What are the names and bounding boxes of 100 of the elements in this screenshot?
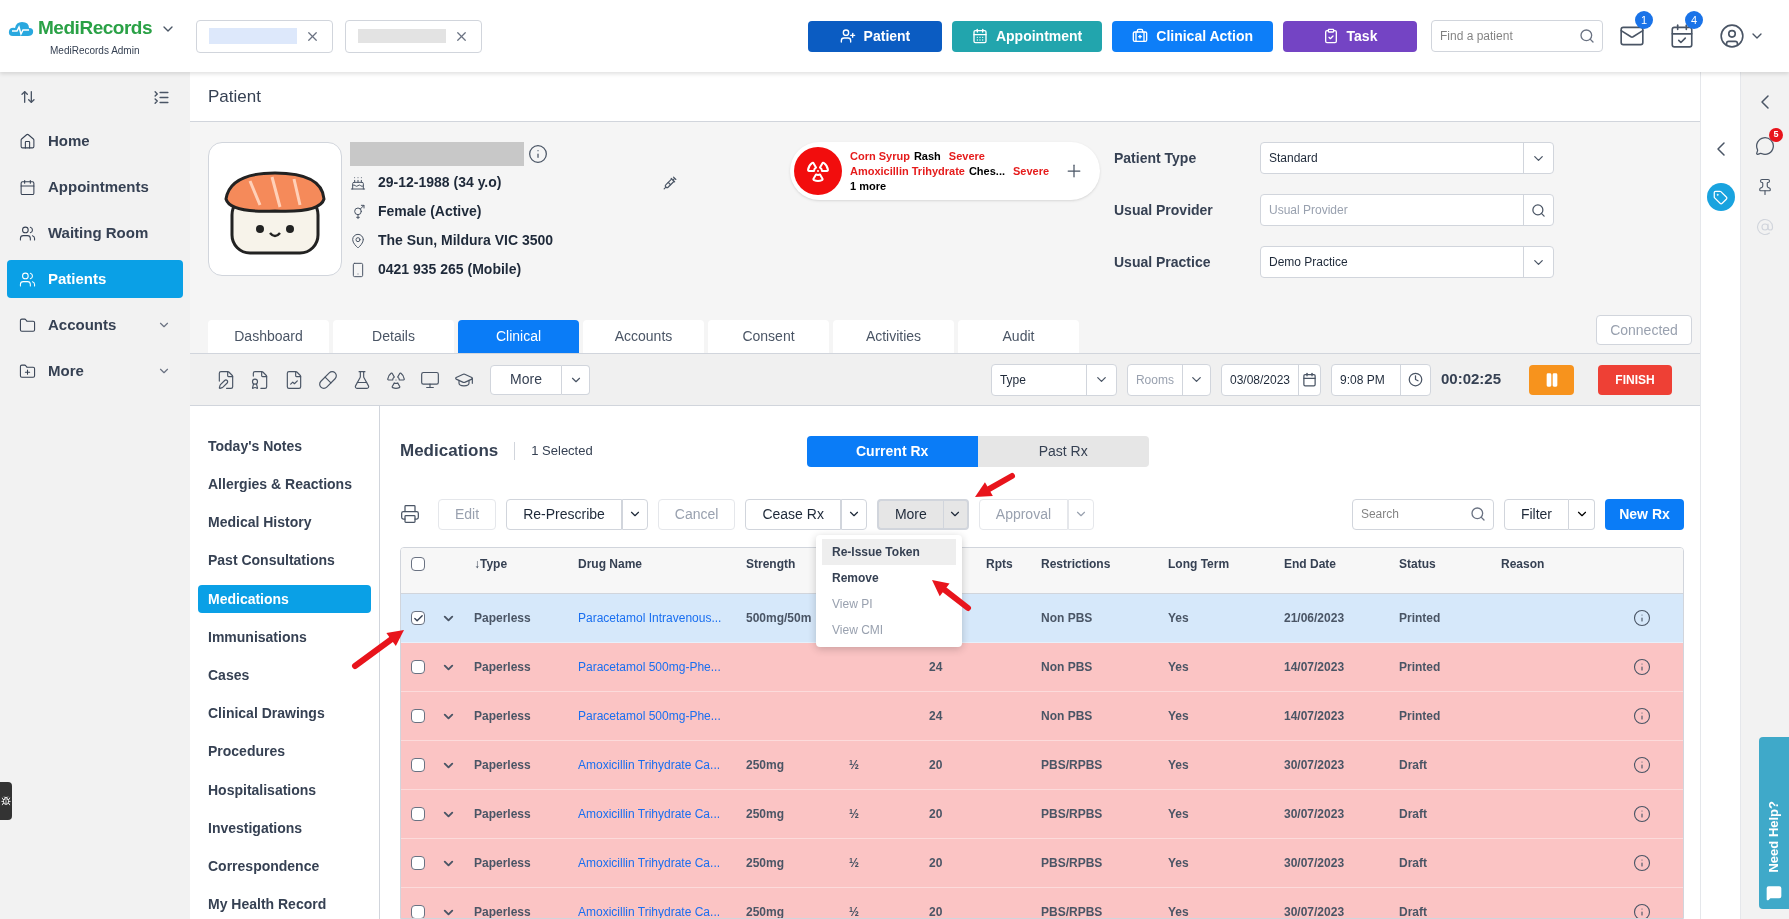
rx-tab[interactable]: Past Rx xyxy=(977,435,1149,467)
pin-icon[interactable] xyxy=(1756,178,1774,196)
table-row[interactable]: Paperless Amoxicillin Trihydrate Ca... 250mg ½ 20 PBS/RPBS Yes 30/07/2023 Draft xyxy=(401,790,1683,839)
dropdown-toggle-button[interactable] xyxy=(562,364,590,395)
side-tool-tab[interactable] xyxy=(0,782,12,820)
resize-icon[interactable] xyxy=(20,89,36,105)
clinical-nav-item[interactable]: Clinical Drawings xyxy=(198,699,371,728)
flask-icon[interactable] xyxy=(352,369,372,390)
tab[interactable]: Details xyxy=(333,320,454,353)
action-button[interactable]: Clinical Action xyxy=(1112,20,1273,52)
select-field[interactable]: Standard xyxy=(1260,142,1554,174)
checkbox[interactable] xyxy=(411,611,425,625)
chat-icon[interactable] xyxy=(1755,136,1775,156)
new-rx-button[interactable]: New Rx xyxy=(1605,498,1684,530)
user-avatar-icon[interactable] xyxy=(1719,23,1745,49)
map-pin-icon xyxy=(350,232,366,249)
table-cell-text: Paperless xyxy=(474,806,532,823)
drug-link[interactable]: Paracetamol Intravenous... xyxy=(578,609,746,627)
tab[interactable]: Audit xyxy=(958,320,1079,353)
tab[interactable]: Clinical xyxy=(458,320,579,353)
clinical-nav-item[interactable]: Medical History xyxy=(198,508,371,538)
table-row[interactable]: Paperless Amoxicillin Trihydrate Ca... 250mg ½ 20 PBS/RPBS Yes 30/07/2023 Draft xyxy=(401,839,1683,888)
info-icon[interactable] xyxy=(1633,805,1651,823)
select-field[interactable]: Demo Practice xyxy=(1260,246,1554,278)
table-row[interactable]: Paperless Amoxicillin Trihydrate Ca... 250mg ½ 20 PBS/RPBS Yes 30/07/2023 Draft xyxy=(401,888,1683,918)
note-edit-icon[interactable] xyxy=(216,369,236,390)
clinical-nav-item[interactable]: Allergies & Reactions xyxy=(198,470,371,499)
sidebar-item[interactable]: More xyxy=(7,352,183,390)
clinical-nav-item[interactable]: Correspondence xyxy=(198,852,371,881)
info-icon[interactable] xyxy=(1633,609,1651,627)
action-button[interactable]: Re-Prescribe xyxy=(506,498,622,530)
tab[interactable]: Dashboard xyxy=(208,320,329,353)
clinical-nav-item[interactable]: My Health Record xyxy=(198,890,371,919)
allergy-severity: Severe xyxy=(1013,163,1050,179)
info-icon[interactable] xyxy=(1633,903,1651,918)
dropdown-toggle-button[interactable] xyxy=(621,498,648,530)
table-row[interactable]: Paperless Amoxicillin Trihydrate Ca... 250mg ½ 20 PBS/RPBS Yes 30/07/2023 Draft xyxy=(401,741,1683,790)
table-cell-text: Paperless xyxy=(474,855,532,872)
type-select[interactable]: Type xyxy=(990,363,1117,396)
tab[interactable]: Consent xyxy=(708,320,829,353)
clinical-nav-item[interactable]: Hospitalisations xyxy=(198,775,371,805)
dropdown-toggle-button[interactable] xyxy=(1068,498,1095,530)
action-button[interactable]: Patient xyxy=(807,20,942,52)
finish-button[interactable]: FINISH xyxy=(1598,364,1672,395)
dropdown-toggle-button[interactable] xyxy=(1569,498,1595,530)
tab[interactable]: Activities xyxy=(833,320,954,353)
chart-document-icon[interactable] xyxy=(284,369,304,390)
search-field[interactable]: Find a patient xyxy=(1431,20,1603,52)
checkbox[interactable] xyxy=(411,856,425,870)
clinical-nav-item[interactable]: Past Consultations xyxy=(198,546,371,576)
collapse-menu-icon[interactable] xyxy=(153,88,170,106)
date-field[interactable]: 03/08/2023 xyxy=(1220,363,1321,396)
action-button[interactable]: Cease Rx xyxy=(745,498,841,530)
table-cell: 20 xyxy=(929,905,943,918)
print-icon[interactable] xyxy=(400,504,420,524)
checkbox[interactable] xyxy=(411,807,425,821)
clinical-nav-item[interactable]: Investigations xyxy=(198,813,371,843)
clinical-nav-item[interactable]: Cases xyxy=(198,661,371,690)
radiation-icon[interactable] xyxy=(386,369,406,390)
sidebar-item[interactable]: Appointments xyxy=(7,168,183,206)
checkbox[interactable] xyxy=(411,556,425,571)
field-label: Patient Type xyxy=(1114,148,1198,168)
filter-button[interactable]: Filter xyxy=(1503,498,1569,530)
time-field[interactable]: 9:08 PM xyxy=(1330,363,1431,396)
patient-detail: 29-12-1988 (34 y.o) xyxy=(378,173,502,192)
info-icon[interactable] xyxy=(1633,756,1651,774)
checkbox[interactable] xyxy=(411,709,425,723)
clinical-nav-item[interactable]: Today's Notes xyxy=(198,432,371,461)
action-button[interactable]: More xyxy=(876,498,943,530)
syringe-icon[interactable] xyxy=(663,175,678,190)
tag-button[interactable] xyxy=(1706,183,1735,211)
sidebar-item[interactable]: Waiting Room xyxy=(7,214,183,252)
info-icon[interactable] xyxy=(528,144,548,164)
allergy-substance: Corn Syrup xyxy=(850,148,910,164)
info-icon[interactable] xyxy=(1633,854,1651,872)
dropdown-toggle-button[interactable] xyxy=(942,498,969,530)
monitor-icon[interactable] xyxy=(420,369,440,390)
rx-tab[interactable]: Current Rx xyxy=(806,435,978,467)
checkbox[interactable] xyxy=(411,660,425,674)
checkbox[interactable] xyxy=(411,758,425,772)
tab[interactable]: Accounts xyxy=(583,320,704,353)
clinical-nav-item[interactable]: Procedures xyxy=(198,737,371,767)
action-button[interactable]: Task xyxy=(1283,20,1417,52)
table-row[interactable]: Paperless Paracetamol 500mg-Phe... 24 Non PBS Yes 14/07/2023 Printed xyxy=(401,692,1683,741)
sidebar-item[interactable]: Home xyxy=(7,122,183,160)
search-field[interactable]: Search xyxy=(1351,498,1494,530)
clinical-nav-item[interactable]: Immunisations xyxy=(198,622,371,652)
info-icon[interactable] xyxy=(1633,707,1651,725)
certificate-icon[interactable] xyxy=(250,369,270,390)
table-cell-text: 30/07/2023 xyxy=(1284,806,1346,823)
task-calendar-icon[interactable] xyxy=(1669,23,1695,49)
sidebar-item[interactable]: Accounts xyxy=(7,306,183,344)
menu-item[interactable]: Re-Issue Token xyxy=(822,539,956,565)
info-icon[interactable] xyxy=(1633,658,1651,676)
dropdown-toggle-button[interactable] xyxy=(840,498,867,530)
more-button[interactable]: More xyxy=(490,364,562,395)
menu-item[interactable]: Remove xyxy=(822,565,956,591)
table-row[interactable]: Paperless Paracetamol 500mg-Phe... 24 Non PBS Yes 14/07/2023 Printed xyxy=(401,643,1683,692)
checkbox[interactable] xyxy=(411,905,425,918)
annotation-arrow xyxy=(352,630,404,669)
